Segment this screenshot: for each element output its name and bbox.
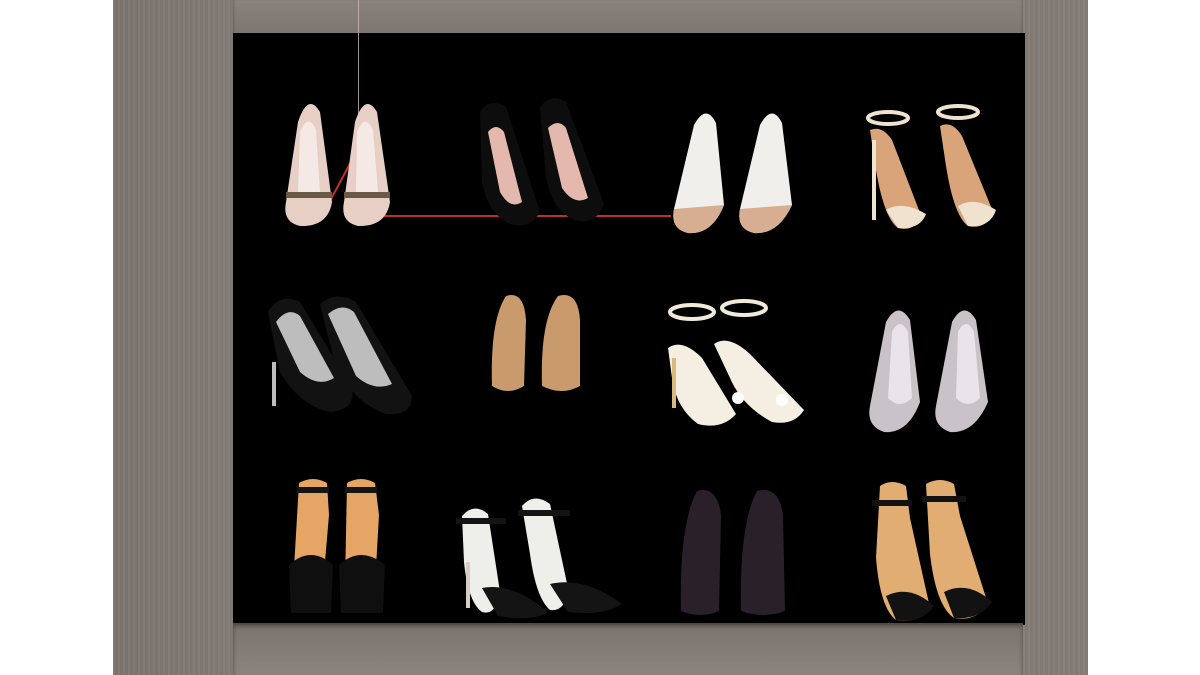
shoe-pair-6 <box>484 290 594 400</box>
shoe-pair-9 <box>283 475 393 615</box>
shoe-pair-8 <box>866 302 996 437</box>
shoe-pair-7 <box>662 298 812 433</box>
cabinet-bottom-frame <box>233 623 1023 675</box>
shoe-pair-4 <box>862 100 1002 235</box>
shoe-pair-2 <box>470 92 610 232</box>
shoe-pair-12 <box>866 478 996 628</box>
shoe-pair-5 <box>260 292 420 422</box>
shoe-pair-11 <box>675 485 795 620</box>
shoe-pair-3 <box>668 105 798 235</box>
shoe-pair-10 <box>452 492 627 622</box>
shoe-pair-1 <box>280 92 400 232</box>
